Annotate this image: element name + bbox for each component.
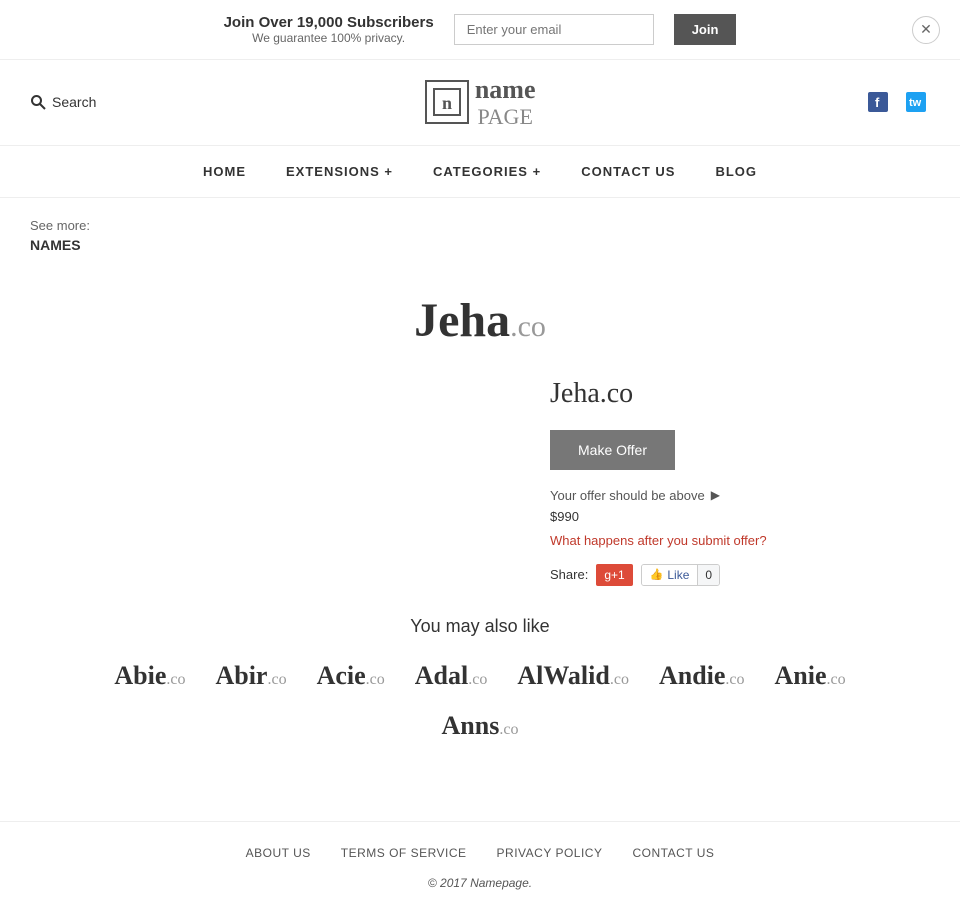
similar-item-acie[interactable]: Acie.co — [317, 661, 385, 691]
offer-what-happens-link[interactable]: What happens after you submit offer? — [550, 533, 767, 548]
gplus-button[interactable]: g+1 — [596, 564, 632, 586]
domain-logo-name: Jeha.co — [414, 294, 546, 347]
svg-text:n: n — [442, 93, 452, 113]
search-icon — [30, 94, 46, 110]
nav-contact[interactable]: CONTACT US — [581, 164, 675, 179]
footer-copy: © 2017 Namepage. — [30, 876, 930, 890]
similar-item-alwalid[interactable]: AlWalid.co — [517, 661, 629, 691]
footer-terms[interactable]: TERMS OF SERVICE — [341, 846, 467, 860]
top-banner: Join Over 19,000 Subscribers We guarante… — [0, 0, 960, 60]
similar-item-andie[interactable]: Andie.co — [659, 661, 745, 691]
email-input[interactable] — [454, 14, 654, 45]
footer-links: ABOUT US TERMS OF SERVICE PRIVACY POLICY… — [30, 846, 930, 860]
footer: ABOUT US TERMS OF SERVICE PRIVACY POLICY… — [0, 822, 960, 914]
make-offer-button[interactable]: Make Offer — [550, 430, 675, 470]
main-content: Jeha.co Jeha.co Make Offer Your offer sh… — [0, 273, 960, 781]
logo-text: name PAGE — [475, 76, 536, 129]
banner-text: Join Over 19,000 Subscribers We guarante… — [224, 14, 434, 45]
similar-item-adal[interactable]: Adal.co — [415, 661, 488, 691]
svg-text:tw: tw — [909, 97, 922, 109]
close-banner-button[interactable]: ✕ — [912, 16, 940, 44]
domain-name-part: Jeha — [414, 294, 510, 347]
nav-blog[interactable]: BLOG — [715, 164, 757, 179]
fb-like-button[interactable]: 👍 Like 0 — [641, 564, 720, 586]
logo[interactable]: n name PAGE — [425, 76, 536, 129]
fb-like-label: Like — [667, 568, 689, 582]
domain-title: Jeha.co — [550, 378, 930, 410]
logo-svg: n — [432, 87, 462, 117]
search-label: Search — [52, 94, 96, 110]
similar-item-abie[interactable]: Abie.co — [114, 661, 185, 691]
fb-thumb-icon: 👍 — [650, 568, 664, 581]
svg-text:f: f — [875, 95, 880, 110]
footer-about[interactable]: ABOUT US — [246, 846, 311, 860]
social-links: f tw — [864, 88, 930, 116]
offer-arrow-icon: ▶ — [711, 488, 720, 502]
similar-title: You may also like — [30, 616, 930, 637]
share-row: Share: g+1 👍 Like 0 — [550, 564, 930, 586]
header: Search n name PAGE f tw — [0, 60, 960, 146]
footer-brand: Namepage. — [470, 876, 532, 890]
similar-grid: Abie.co Abir.co Acie.co Adal.co AlWalid.… — [30, 661, 930, 691]
domain-tld-part: .co — [510, 310, 546, 343]
logo-icon: n — [425, 80, 469, 124]
content-area: Jeha.co Make Offer Your offer should be … — [30, 378, 930, 586]
offer-info-text: Your offer should be above — [550, 488, 705, 503]
content-right: Jeha.co Make Offer Your offer should be … — [550, 378, 930, 586]
footer-contact[interactable]: CONTACT US — [632, 846, 714, 860]
fb-like-inner: 👍 Like — [642, 565, 698, 585]
nav-extensions[interactable]: EXTENSIONS + — [286, 164, 393, 179]
share-label: Share: — [550, 567, 588, 582]
similar-item-abir[interactable]: Abir.co — [215, 661, 286, 691]
nav-categories[interactable]: CATEGORIES + — [433, 164, 541, 179]
banner-subtitle: We guarantee 100% privacy. — [224, 31, 434, 45]
nav-home[interactable]: HOME — [203, 164, 246, 179]
logo-page: PAGE — [475, 105, 536, 129]
similar-item-anie[interactable]: Anie.co — [775, 661, 846, 691]
content-left — [30, 378, 510, 586]
search-button[interactable]: Search — [30, 94, 96, 110]
footer-privacy[interactable]: PRIVACY POLICY — [497, 846, 603, 860]
logo-name: name — [475, 76, 536, 105]
fb-count: 0 — [697, 565, 719, 585]
breadcrumb-see-more: See more: — [30, 218, 90, 233]
twitter-icon[interactable]: tw — [902, 88, 930, 116]
similar-row2: Anns.co — [30, 711, 930, 741]
breadcrumb: See more: NAMES — [0, 198, 960, 273]
join-button[interactable]: Join — [674, 14, 737, 45]
offer-info: Your offer should be above ▶ — [550, 488, 930, 503]
footer-copy-year: © 2017 — [428, 876, 467, 890]
similar-item-anns[interactable]: Anns.co — [442, 711, 519, 741]
breadcrumb-link[interactable]: NAMES — [30, 237, 930, 253]
facebook-icon[interactable]: f — [864, 88, 892, 116]
offer-price: $990 — [550, 509, 930, 524]
banner-title: Join Over 19,000 Subscribers — [224, 14, 434, 31]
domain-logo: Jeha.co — [414, 293, 546, 348]
main-nav: HOME EXTENSIONS + CATEGORIES + CONTACT U… — [0, 146, 960, 198]
similar-section: You may also like Abie.co Abir.co Acie.c… — [30, 616, 930, 741]
